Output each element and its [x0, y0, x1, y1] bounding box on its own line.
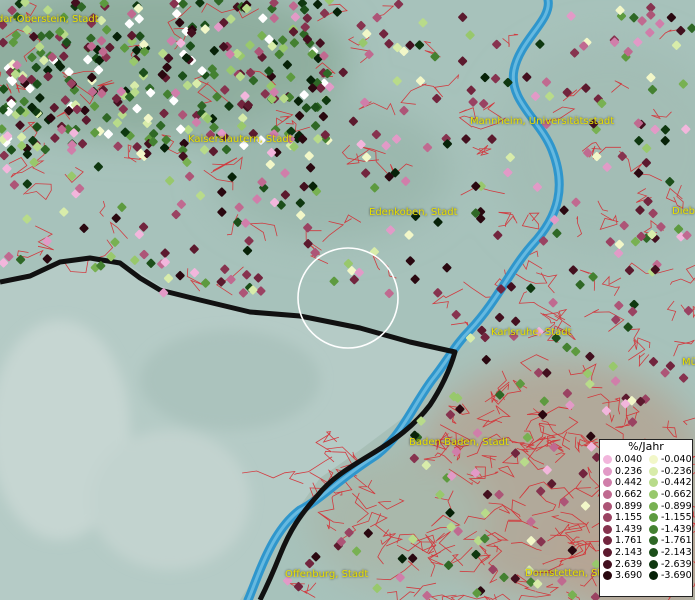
legend-label: -3.690 — [661, 570, 692, 582]
map-view[interactable]: Idar-Oberstein, Stadt Kaiserslautern, St… — [0, 0, 695, 600]
legend-entry: -0.442 — [646, 477, 692, 489]
legend-swatch-pos-6 — [603, 524, 612, 534]
legend-entry: -1.439 — [646, 524, 692, 536]
legend-swatch-neg-0 — [649, 455, 658, 465]
legend-entry: -2.639 — [646, 558, 692, 570]
legend-swatch-neg-4 — [649, 501, 658, 511]
legend-swatch-neg-9 — [649, 559, 658, 569]
legend-swatch-pos-2 — [603, 478, 612, 488]
legend-label: -1.439 — [661, 523, 692, 535]
legend-swatch-neg-5 — [649, 513, 658, 523]
city-label-edenkoben[interactable]: Edenkoben, Stadt — [369, 207, 458, 218]
city-label-dieb[interactable]: Dieb — [672, 206, 695, 217]
legend-entry: 0.040 — [600, 454, 646, 466]
legend-label: -0.662 — [661, 489, 692, 501]
legend-label: 2.639 — [615, 558, 643, 570]
legend-entry: 3.690 — [600, 570, 646, 582]
city-label-idar-oberstein[interactable]: Idar-Oberstein, Stadt — [0, 14, 99, 25]
legend-entry: -0.899 — [646, 500, 692, 512]
legend-entry: 2.639 — [600, 558, 646, 570]
legend: %/Jahr 0.040 0.236 0.442 0.662 0.899 1.1… — [599, 439, 693, 597]
legend-swatch-pos-4 — [603, 501, 612, 511]
legend-entry: -2.143 — [646, 547, 692, 559]
legend-swatch-pos-0 — [603, 455, 612, 465]
legend-title: %/Jahr — [628, 440, 664, 453]
legend-entry: 0.662 — [600, 489, 646, 501]
legend-swatch-pos-7 — [603, 536, 612, 546]
legend-swatch-neg-7 — [649, 536, 658, 546]
legend-swatch-pos-10 — [603, 571, 612, 581]
legend-label: -0.899 — [661, 500, 692, 512]
legend-label: 3.690 — [615, 570, 643, 582]
legend-label: 0.662 — [615, 489, 643, 501]
legend-label: 0.236 — [615, 465, 643, 477]
legend-label: 0.040 — [615, 454, 643, 466]
legend-label: 1.155 — [615, 512, 643, 524]
legend-label: 0.899 — [615, 500, 643, 512]
legend-swatch-neg-6 — [649, 524, 658, 534]
legend-entry: -1.155 — [646, 512, 692, 524]
city-label-mu[interactable]: Mü — [682, 357, 695, 368]
city-label-mannheim[interactable]: Mannheim, Universitätsstadt — [470, 116, 614, 127]
legend-negative-column: -0.040 -0.236 -0.442 -0.662 -0.899 -1.15… — [646, 454, 692, 582]
legend-label: -1.155 — [661, 512, 692, 524]
legend-positive-column: 0.040 0.236 0.442 0.662 0.899 1.155 1.43… — [600, 454, 646, 582]
legend-swatch-neg-3 — [649, 490, 658, 500]
legend-entry: 1.439 — [600, 524, 646, 536]
legend-swatch-neg-2 — [649, 478, 658, 488]
legend-label: 2.143 — [615, 547, 643, 559]
city-label-dornstetten[interactable]: Dornstetten, St — [525, 568, 601, 579]
city-label-karlsruhe[interactable]: Karlsruhe, Stadt — [491, 327, 572, 338]
legend-entry: 2.143 — [600, 547, 646, 559]
legend-entry: -0.662 — [646, 489, 692, 501]
legend-label: 1.761 — [615, 535, 643, 547]
legend-swatch-pos-3 — [603, 490, 612, 500]
legend-label: -0.442 — [661, 477, 692, 489]
city-label-baden-baden[interactable]: Baden-Baden, Stadt — [409, 437, 509, 448]
map-canvas[interactable] — [0, 0, 695, 600]
legend-entry: 1.761 — [600, 535, 646, 547]
legend-label: -1.761 — [661, 535, 692, 547]
legend-entry: 0.236 — [600, 466, 646, 478]
city-label-kaiserslautern[interactable]: Kaiserslautern, Stadt — [188, 134, 293, 145]
legend-label: -2.143 — [661, 547, 692, 559]
legend-swatch-pos-1 — [603, 466, 612, 476]
legend-entry: -0.040 — [646, 454, 692, 466]
legend-swatch-neg-8 — [649, 548, 658, 558]
legend-label: 1.439 — [615, 523, 643, 535]
legend-entry: -0.236 — [646, 466, 692, 478]
legend-entry: -1.761 — [646, 535, 692, 547]
legend-entry: -3.690 — [646, 570, 692, 582]
legend-entry: 0.899 — [600, 500, 646, 512]
legend-label: -2.639 — [661, 558, 692, 570]
legend-swatch-pos-5 — [603, 513, 612, 523]
legend-swatch-neg-10 — [649, 571, 658, 581]
city-label-offenburg[interactable]: Offenburg, Stadt — [285, 569, 368, 580]
legend-label: -0.236 — [661, 465, 692, 477]
legend-swatch-pos-8 — [603, 548, 612, 558]
legend-swatch-pos-9 — [603, 559, 612, 569]
legend-entry: 1.155 — [600, 512, 646, 524]
legend-label: -0.040 — [661, 454, 692, 466]
legend-label: 0.442 — [615, 477, 643, 489]
legend-entry: 0.442 — [600, 477, 646, 489]
legend-swatch-neg-1 — [649, 466, 658, 476]
